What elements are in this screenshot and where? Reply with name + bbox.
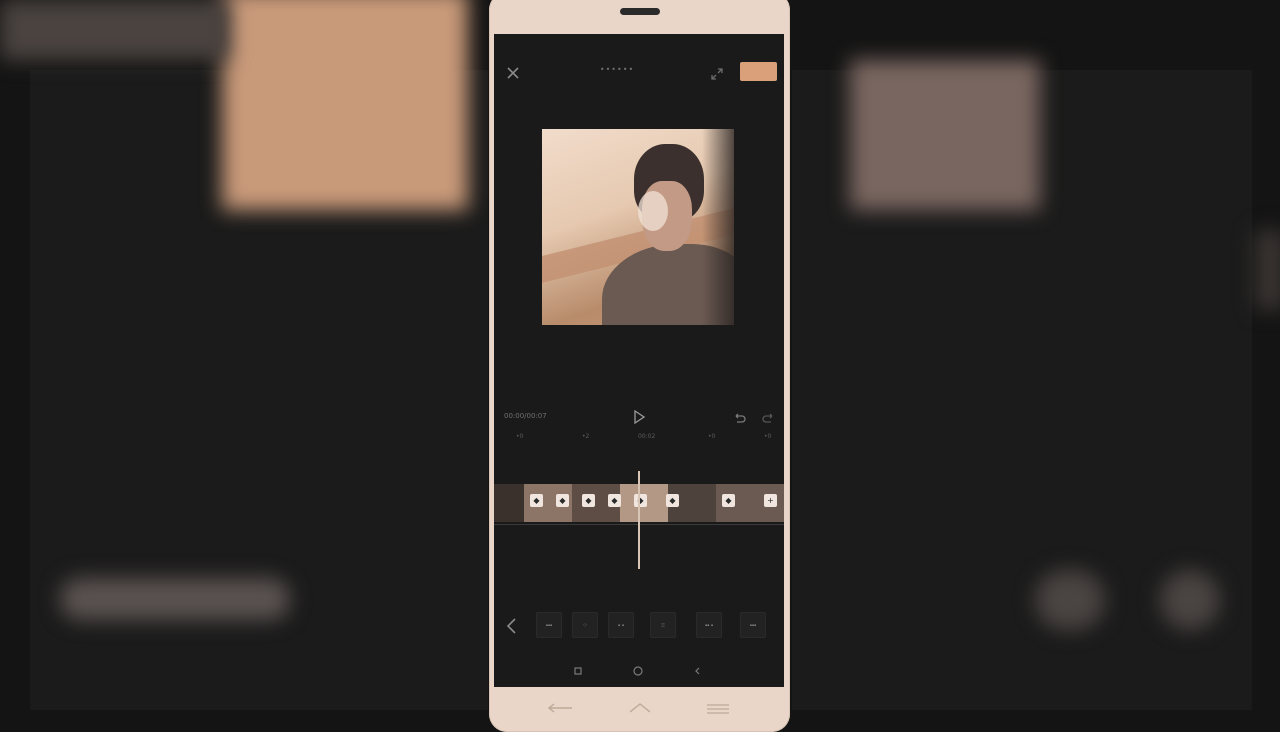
keyframe-marker[interactable]: ◆ <box>634 494 647 507</box>
timeline-ruler: •0 •2 00:02 •0 •0 <box>494 432 784 442</box>
play-icon[interactable] <box>633 409 646 425</box>
expand-icon[interactable] <box>710 66 724 80</box>
chevron-left-icon[interactable] <box>502 616 522 636</box>
hardware-back-icon <box>546 700 576 719</box>
redo-icon[interactable] <box>762 410 776 423</box>
keyframe-marker[interactable]: ◆ <box>608 494 621 507</box>
ruler-tick: •0 <box>764 433 772 440</box>
background-blur-block <box>1160 570 1220 630</box>
phone-speaker <box>620 8 660 15</box>
tool-button[interactable]: ▪▪ ▪ <box>696 612 722 638</box>
hardware-menu-icon <box>704 700 732 719</box>
project-title: •••••• <box>599 65 635 74</box>
track-frame <box>494 484 524 522</box>
ruler-tick: 00:02 <box>638 433 656 440</box>
background-blur-block <box>222 0 468 210</box>
background-blur-block <box>1035 570 1105 630</box>
tool-button[interactable]: ⁘ <box>572 612 598 638</box>
home-icon[interactable] <box>632 662 644 676</box>
background-blur-block <box>60 578 290 620</box>
keyframe-marker[interactable]: ◆ <box>722 494 735 507</box>
keyframe-marker[interactable]: ◆ <box>556 494 569 507</box>
keyframe-marker[interactable]: ◆ <box>582 494 595 507</box>
ruler-tick: •0 <box>516 433 524 440</box>
export-button[interactable] <box>740 62 777 81</box>
background-blur-block <box>1255 230 1280 310</box>
background-blur-block <box>850 60 1040 210</box>
tool-button[interactable]: ▪▪▪ <box>740 612 766 638</box>
add-clip-button[interactable]: + <box>764 494 777 507</box>
video-editor-screen: •••••• 00:00/00:07 •0 •2 00:02 •0 •0 ◆ ◆… <box>494 34 784 687</box>
tool-button[interactable]: ▪ ▪ <box>608 612 634 638</box>
back-icon[interactable] <box>692 662 704 675</box>
keyframe-marker[interactable]: ◆ <box>666 494 679 507</box>
ruler-tick: •2 <box>582 433 590 440</box>
background-blur-block <box>0 0 230 60</box>
hardware-home-icon <box>626 700 654 719</box>
keyframe-marker[interactable]: ◆ <box>530 494 543 507</box>
timecode: 00:00/00:07 <box>504 412 547 420</box>
playhead[interactable] <box>638 471 640 569</box>
tool-button[interactable]: ▪▪▪ <box>536 612 562 638</box>
ruler-tick: •0 <box>708 433 716 440</box>
tool-button[interactable]: ⁝⁝ <box>650 612 676 638</box>
undo-icon[interactable] <box>732 410 746 423</box>
recents-icon[interactable] <box>572 662 584 675</box>
video-preview[interactable] <box>542 129 734 325</box>
close-icon[interactable] <box>506 65 520 79</box>
